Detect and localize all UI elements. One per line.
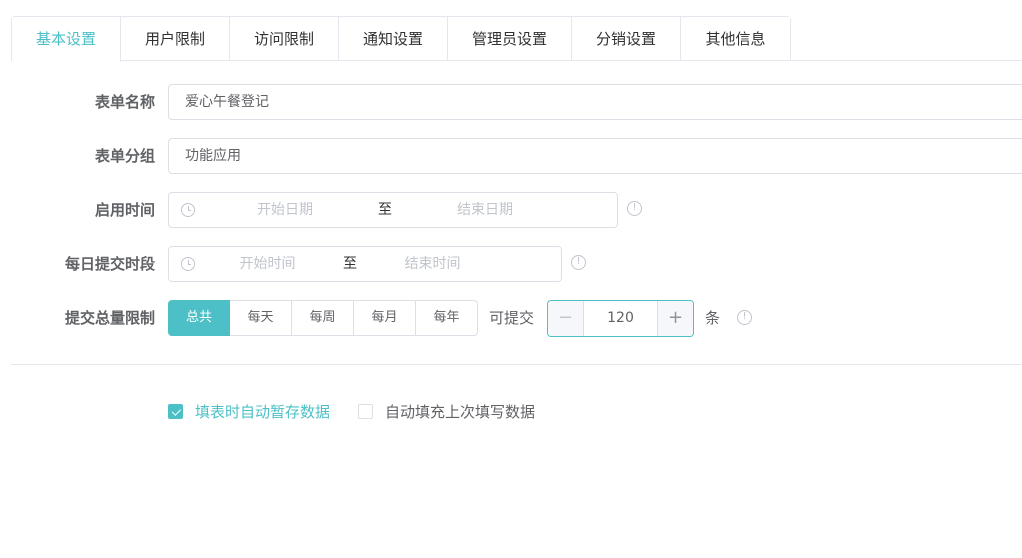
tab-distribution-settings[interactable]: 分销设置 xyxy=(572,17,681,61)
daily-submit-time-label: 每日提交时段 xyxy=(64,255,155,273)
info-icon[interactable]: ! xyxy=(571,255,586,270)
submit-limit-label: 提交总量限制 xyxy=(64,309,155,327)
start-time-placeholder[interactable]: 开始时间 xyxy=(195,247,340,281)
time-range-separator: 至 xyxy=(343,256,357,272)
auto-save-checkbox[interactable]: 填表时自动暂存数据 xyxy=(168,401,330,422)
tabs-divider xyxy=(11,60,1022,61)
limit-option-daily[interactable]: 每天 xyxy=(230,300,292,336)
form-group-input[interactable]: 功能应用 xyxy=(168,138,1022,174)
tab-basic-settings[interactable]: 基本设置 xyxy=(12,17,121,62)
checkbox-unchecked-icon[interactable] xyxy=(358,404,373,419)
form-name-input[interactable]: 爱心午餐登记 xyxy=(168,84,1022,120)
increment-button[interactable]: + xyxy=(657,301,693,336)
tab-user-limits[interactable]: 用户限制 xyxy=(121,17,230,61)
unit-text: 条 xyxy=(705,309,721,327)
tab-other-info[interactable]: 其他信息 xyxy=(681,17,790,61)
date-range-separator: 至 xyxy=(378,202,392,218)
end-time-placeholder[interactable]: 结束时间 xyxy=(360,247,505,281)
tab-notification-settings[interactable]: 通知设置 xyxy=(339,17,448,61)
info-icon[interactable]: ! xyxy=(627,201,642,216)
tab-access-limits[interactable]: 访问限制 xyxy=(230,17,339,61)
limit-option-yearly[interactable]: 每年 xyxy=(416,300,478,336)
decrement-button[interactable]: − xyxy=(548,301,584,336)
end-date-placeholder[interactable]: 结束日期 xyxy=(395,193,575,227)
auto-fill-checkbox[interactable]: 自动填充上次填写数据 xyxy=(358,401,535,422)
auto-save-label[interactable]: 填表时自动暂存数据 xyxy=(195,401,330,422)
limit-option-monthly[interactable]: 每月 xyxy=(354,300,416,336)
checkbox-checked-icon[interactable] xyxy=(168,404,183,419)
tab-admin-settings[interactable]: 管理员设置 xyxy=(448,17,572,61)
form-name-label: 表单名称 xyxy=(94,93,155,111)
clock-icon xyxy=(181,257,195,271)
tab-bar: 基本设置 用户限制 访问限制 通知设置 管理员设置 分销设置 其他信息 xyxy=(11,16,791,62)
enable-date-range-picker[interactable]: 开始日期 至 结束日期 xyxy=(168,192,618,228)
auto-fill-label[interactable]: 自动填充上次填写数据 xyxy=(385,401,535,422)
limit-quantity-stepper[interactable]: − 120 + xyxy=(547,300,694,337)
limit-period-radio-group: 总共 每天 每周 每月 每年 xyxy=(168,300,478,336)
start-date-placeholder[interactable]: 开始日期 xyxy=(195,193,375,227)
section-divider xyxy=(11,364,1022,365)
form-group-label: 表单分组 xyxy=(94,147,155,165)
can-submit-text: 可提交 xyxy=(489,309,535,327)
enable-time-label: 启用时间 xyxy=(94,201,155,219)
limit-option-total[interactable]: 总共 xyxy=(168,300,230,336)
daily-time-range-picker[interactable]: 开始时间 至 结束时间 xyxy=(168,246,562,282)
limit-quantity-value[interactable]: 120 xyxy=(584,301,657,336)
limit-option-weekly[interactable]: 每周 xyxy=(292,300,354,336)
clock-icon xyxy=(181,203,195,217)
info-icon[interactable]: ! xyxy=(737,310,752,325)
